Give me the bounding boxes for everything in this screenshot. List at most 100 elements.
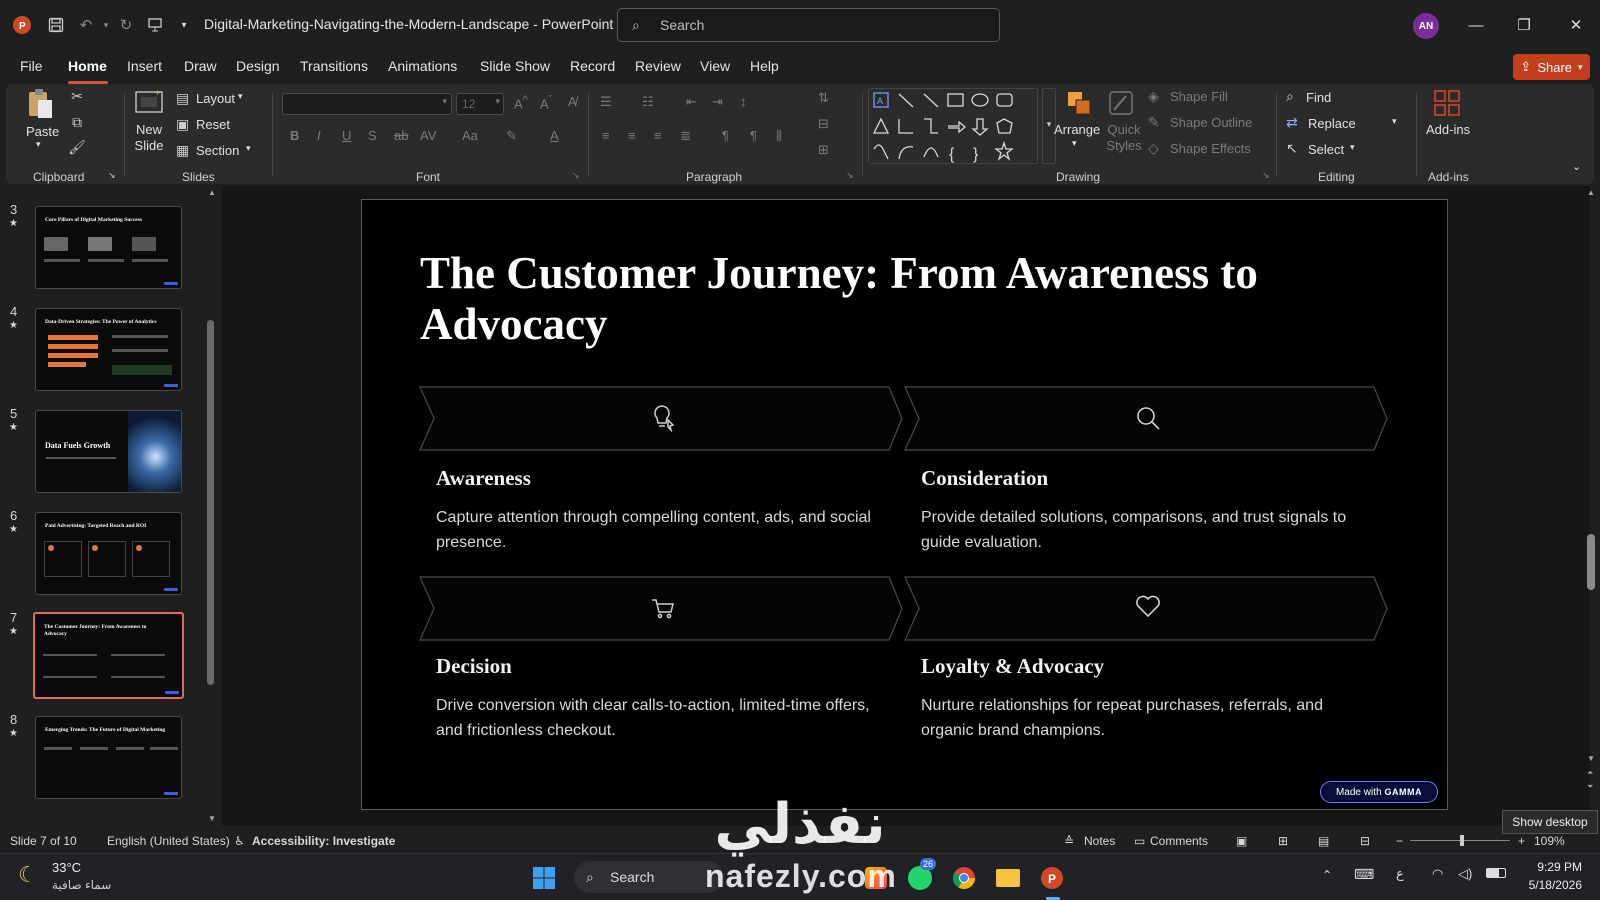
notes-button[interactable]: Notes [1084,834,1115,848]
weather-moon-icon[interactable]: ☾ [18,862,38,888]
drawing-launcher-icon[interactable]: ↘ [1262,170,1270,181]
paragraph-launcher-icon[interactable]: ↘ [846,170,854,181]
arrange-icon[interactable] [1064,88,1094,121]
ltr-icon[interactable]: ¶ [750,128,757,143]
wifi-icon[interactable]: ◠ [1432,866,1443,882]
copy-icon[interactable]: ⧉ [68,114,86,131]
slide-thumbnail-8[interactable]: Emerging Trends: The Future of Digital M… [35,716,182,799]
select-button[interactable]: Select [1308,142,1344,157]
customize-toolbar-icon[interactable]: ▾ [172,13,196,37]
slide-sorter-icon[interactable]: ⊞ [1278,834,1288,848]
editor-scroll-thumb[interactable] [1587,534,1595,590]
keyboard-icon[interactable]: ⌨ [1354,866,1374,883]
text-direction-icon[interactable]: ⇅ [818,90,829,106]
shape-effects-button[interactable]: Shape Effects [1170,141,1251,156]
tab-design[interactable]: Design [236,58,280,74]
align-center-icon[interactable]: ≡ [628,128,636,143]
tab-animations[interactable]: Animations [388,58,457,74]
increase-font-icon[interactable]: A^ [514,94,528,111]
restore-icon[interactable]: ❐ [1508,10,1540,40]
clock-date[interactable]: 5/18/2026 [1520,878,1582,892]
save-icon[interactable] [44,13,68,37]
tab-help[interactable]: Help [750,58,779,74]
file-explorer-icon[interactable] [992,862,1024,894]
whatsapp-icon[interactable]: 26 [904,858,937,894]
collapse-ribbon-icon[interactable]: ⌄ [1572,160,1581,173]
font-size-select[interactable]: 12 ▾ [456,93,504,115]
zoom-level[interactable]: 109% [1534,834,1565,848]
redo-icon[interactable]: ↻ [114,13,138,37]
clipboard-launcher-icon[interactable]: ↘ [108,170,116,181]
show-hidden-icons[interactable]: ⌃ [1322,868,1332,882]
slide-thumbnail-4[interactable]: Data-Driven Strategies: The Power of Ana… [35,308,182,391]
paste-dropdown-icon[interactable]: ▾ [36,139,41,150]
powerpoint-taskbar-icon[interactable]: P [1036,862,1068,894]
bold-icon[interactable]: B [290,128,299,143]
zoom-out-icon[interactable]: − [1396,834,1403,848]
align-left-icon[interactable]: ≡ [602,128,610,143]
format-painter-icon[interactable]: 🖌 [68,139,86,156]
tab-transitions[interactable]: Transitions [300,58,368,74]
tab-record[interactable]: Record [570,58,615,74]
shadow-icon[interactable]: S [368,128,377,143]
tab-slide-show[interactable]: Slide Show [480,58,550,74]
justify-icon[interactable]: ≣ [680,128,691,144]
decrease-font-icon[interactable]: Aˇ [540,94,552,111]
reset-button[interactable]: Reset [196,117,230,132]
search-input[interactable]: ⌕ Search [617,8,1000,42]
share-button[interactable]: ⇪ Share ▾ [1513,54,1590,80]
avatar[interactable]: AN [1413,13,1439,39]
strikethrough-icon[interactable]: ab [394,128,408,143]
tab-draw[interactable]: Draw [184,58,217,74]
cut-icon[interactable]: ✂ [68,88,86,105]
scroll-up-icon[interactable]: ▲ [208,188,216,197]
shape-outline-button[interactable]: Shape Outline [1170,115,1252,130]
addins-button[interactable]: Add-ins [1426,122,1470,137]
slide-title[interactable]: The Customer Journey: From Awareness to … [420,248,1320,350]
align-text-icon[interactable]: ⊟ [818,116,829,132]
addins-icon[interactable] [1432,88,1462,121]
italic-icon[interactable]: I [317,128,321,143]
shapes-gallery[interactable]: A {} [868,88,1038,164]
slide-canvas[interactable]: The Customer Journey: From Awareness to … [361,199,1448,810]
align-right-icon[interactable]: ≡ [654,128,662,143]
weather-text[interactable]: سماء صافية [52,878,111,892]
made-with-gamma-badge[interactable]: Made with GAMMA [1320,781,1438,803]
replace-button[interactable]: Replace [1308,116,1356,131]
change-case-icon[interactable]: Aa [462,128,478,143]
line-spacing-icon[interactable]: ↕ [740,94,747,109]
tab-file[interactable]: File [20,58,43,74]
highlight-icon[interactable]: ✎ [506,128,517,144]
new-slide-label[interactable]: New Slide [132,122,166,154]
windows-start-icon[interactable] [528,862,560,894]
scroll-up-icon[interactable]: ▲ [1587,188,1595,197]
columns-icon[interactable]: ⫼ [776,128,782,144]
clock-time[interactable]: 9:29 PM [1530,860,1582,874]
scroll-down-icon[interactable]: ▼ [208,814,216,823]
font-family-select[interactable]: ▾ [282,93,452,115]
temperature[interactable]: 33°C [52,860,81,875]
tab-view[interactable]: View [700,58,730,74]
underline-icon[interactable]: U [342,128,351,143]
character-spacing-icon[interactable]: AV [420,128,436,143]
paste-label[interactable]: Paste [26,124,59,139]
bullets-icon[interactable]: ☰ [600,94,612,110]
font-launcher-icon[interactable]: ↘ [572,170,580,181]
font-color-icon[interactable]: A [550,128,559,143]
tab-home[interactable]: Home [68,58,107,74]
quick-styles-label[interactable]: Quick Styles [1106,122,1142,154]
taskbar-search[interactable]: ⌕ Search [574,861,724,893]
slide-counter[interactable]: Slide 7 of 10 [10,834,77,848]
slide-thumbnail-3[interactable]: Core Pillars of Digital Marketing Succes… [35,206,182,289]
input-language-icon[interactable]: ع [1396,866,1404,882]
minimize-icon[interactable]: — [1460,10,1492,40]
rtl-icon[interactable]: ¶ [722,128,729,143]
arrange-label[interactable]: Arrange [1054,122,1100,137]
slide-thumbnail-5[interactable]: Data Fuels Growth [35,410,182,493]
chrome-icon[interactable] [948,862,980,894]
slide-thumbnail-6[interactable]: Paid Advertising: Targeted Reach and ROI [35,512,182,595]
zoom-slider-handle[interactable] [1460,835,1464,846]
smartart-icon[interactable]: ⊞ [818,142,829,158]
tab-insert[interactable]: Insert [127,58,162,74]
increase-indent-icon[interactable]: ⇥ [712,94,723,110]
